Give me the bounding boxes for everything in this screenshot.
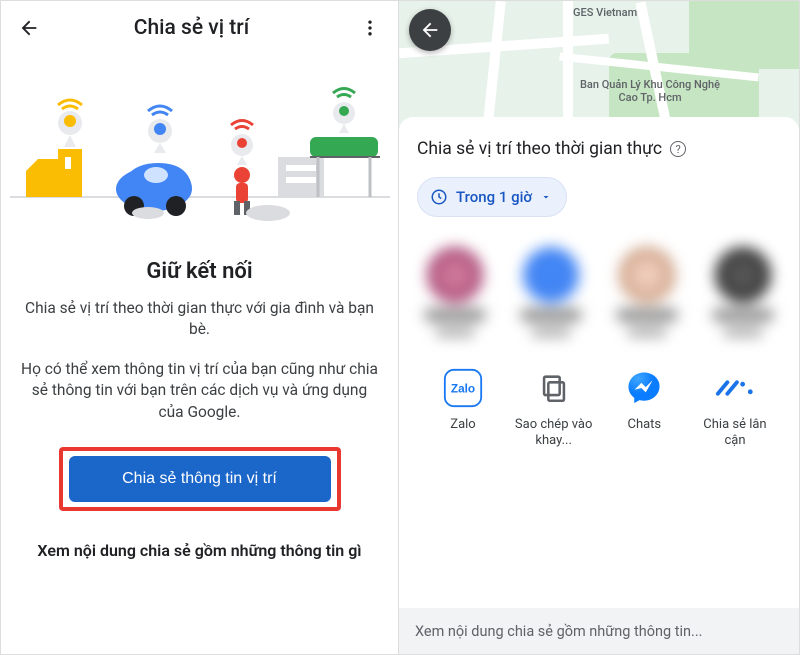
map-background[interactable]: GES Vietnam Ban Quản Lý Khu Công Nghệ Ca… (399, 1, 799, 129)
messenger-icon (623, 367, 665, 409)
chip-label: Trong 1 giờ (456, 188, 532, 206)
contact-item[interactable] (707, 247, 779, 337)
contact-item[interactable] (515, 247, 587, 337)
share-zalo[interactable]: Zalo Zalo (421, 367, 505, 449)
share-nearby[interactable]: Chia sẻ lân cận (693, 367, 777, 449)
page-title: Chia sẻ vị trí (31, 16, 352, 40)
nearby-share-icon (714, 367, 756, 409)
svg-text:Zalo: Zalo (451, 382, 475, 396)
sheet-footer-link[interactable]: Xem nội dung chia sẻ gồm những thông tin… (399, 608, 799, 654)
share-apps-row: Zalo Zalo Sao chép vào khay... Chats (417, 367, 781, 449)
share-chats[interactable]: Chats (602, 367, 686, 449)
share-label: Chats (627, 417, 661, 449)
clock-icon (430, 188, 448, 206)
contact-item[interactable] (611, 247, 683, 337)
description-2: Họ có thể xem thông tin vị trí của bạn c… (21, 359, 378, 423)
contact-item[interactable] (419, 247, 491, 337)
hero-illustration (10, 59, 390, 229)
contacts-row (419, 247, 779, 337)
map-poi-label: GES Vietnam (573, 7, 637, 20)
description-1: Chia sẻ vị trí theo thời gian thực với g… (21, 298, 378, 341)
cta-highlight-box: Chia sẻ thông tin vị trí (59, 447, 341, 511)
share-location-button[interactable]: Chia sẻ thông tin vị trí (69, 456, 331, 502)
share-label: Sao chép vào khay... (512, 417, 596, 449)
help-circle-icon[interactable]: ? (670, 141, 686, 157)
share-label: Chia sẻ lân cận (693, 417, 777, 449)
header-bar: Chia sẻ vị trí (1, 1, 398, 55)
chevron-down-icon (540, 191, 552, 203)
heading: Giữ kết nối (21, 259, 378, 284)
back-circle-button[interactable] (409, 9, 451, 51)
learn-more-link[interactable]: Xem nội dung chia sẻ gồm những thông tin… (21, 541, 378, 560)
map-poi-label: Ban Quản Lý Khu Công Nghệ Cao Tp. Hcm (575, 79, 725, 104)
copy-icon (533, 367, 575, 409)
share-label: Zalo (450, 417, 475, 449)
sheet-title: Chia sẻ vị trí theo thời gian thực (417, 139, 662, 159)
zalo-icon: Zalo (442, 367, 484, 409)
share-copy[interactable]: Sao chép vào khay... (512, 367, 596, 449)
bottom-sheet: Chia sẻ vị trí theo thời gian thực ? Tro… (399, 117, 799, 449)
more-vert-icon[interactable] (352, 10, 388, 46)
duration-chip[interactable]: Trong 1 giờ (417, 177, 567, 217)
